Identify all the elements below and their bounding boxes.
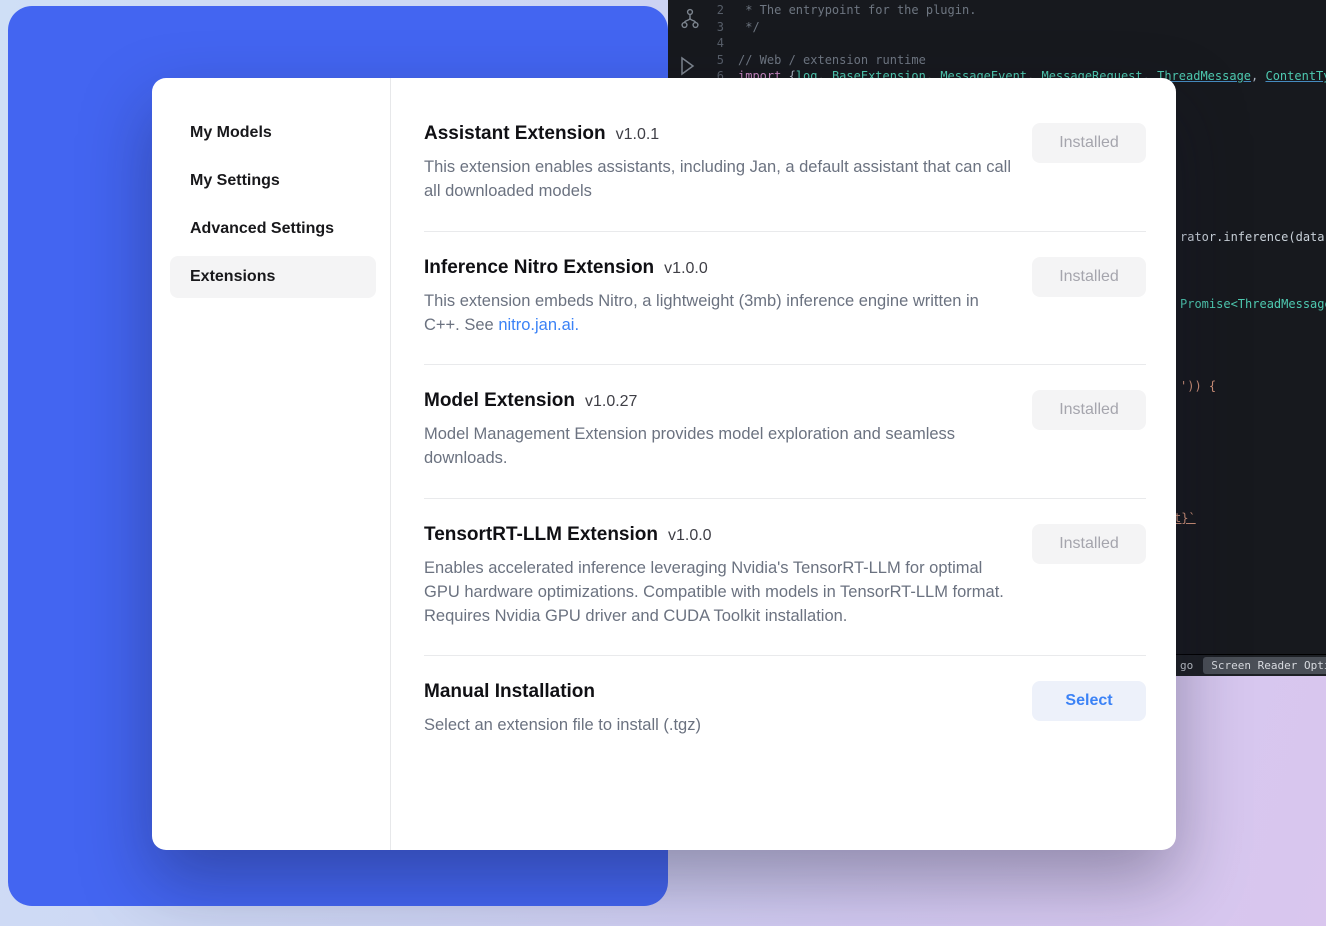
- extension-title: Model Extension v1.0.27: [424, 390, 1012, 412]
- extension-version: v1.0.27: [585, 393, 637, 411]
- extension-version: v1.0.1: [616, 126, 660, 144]
- line-number: 3: [668, 19, 738, 36]
- code-fragment: ')) {: [1180, 379, 1216, 393]
- select-file-button[interactable]: Select: [1032, 681, 1146, 721]
- extension-title: Inference Nitro Extension v1.0.0: [424, 257, 1012, 279]
- desktop-background: 2 * The entrypoint for the plugin. 3 */ …: [0, 0, 1326, 926]
- code-text: // Web / extension runtime: [738, 52, 926, 69]
- installed-button[interactable]: Installed: [1032, 257, 1146, 297]
- extension-row-tensorrt-llm: TensortRT-LLM Extension v1.0.0 Enables a…: [424, 499, 1146, 657]
- extension-row-assistant: Assistant Extension v1.0.1 This extensio…: [424, 98, 1146, 232]
- extension-description: This extension enables assistants, inclu…: [424, 155, 1012, 204]
- sidebar-item-extensions[interactable]: Extensions: [170, 256, 376, 298]
- extension-name: Inference Nitro Extension: [424, 257, 654, 279]
- code-line: 2 * The entrypoint for the plugin.: [668, 2, 1326, 19]
- sidebar-item-my-settings[interactable]: My Settings: [170, 160, 376, 202]
- code-text: * The entrypoint for the plugin.: [738, 2, 976, 19]
- code-line: 5 // Web / extension runtime: [668, 52, 1326, 69]
- extension-name: Model Extension: [424, 390, 575, 412]
- extension-row-model: Model Extension v1.0.27 Model Management…: [424, 365, 1146, 499]
- extension-row-inference-nitro: Inference Nitro Extension v1.0.0 This ex…: [424, 232, 1146, 366]
- line-number: 4: [668, 35, 738, 52]
- extension-name: Assistant Extension: [424, 123, 606, 145]
- manual-installation-row: Manual Installation Select an extension …: [424, 656, 1146, 764]
- code-token: ,: [1251, 68, 1265, 85]
- extension-name: TensortRT-LLM Extension: [424, 524, 658, 546]
- nitro-jan-ai-link[interactable]: nitro.jan.ai.: [498, 316, 579, 334]
- code-area: 2 * The entrypoint for the plugin. 3 */ …: [668, 2, 1326, 85]
- section-title: Manual Installation: [424, 681, 595, 703]
- extension-description: Model Management Extension provides mode…: [424, 422, 1012, 471]
- line-number: 5: [668, 52, 738, 69]
- extension-version: v1.0.0: [668, 527, 712, 545]
- extension-title: TensortRT-LLM Extension v1.0.0: [424, 524, 1012, 546]
- code-text: */: [738, 19, 760, 36]
- settings-sidebar: My Models My Settings Advanced Settings …: [152, 78, 391, 850]
- settings-modal: My Models My Settings Advanced Settings …: [152, 78, 1176, 850]
- extension-description: This extension embeds Nitro, a lightweig…: [424, 289, 1012, 338]
- installed-button[interactable]: Installed: [1032, 390, 1146, 430]
- code-fragment: t}`: [1174, 511, 1196, 525]
- manual-installation-title: Manual Installation: [424, 681, 1012, 703]
- code-fragment: rator.inference(data));: [1180, 230, 1326, 244]
- extension-description: Enables accelerated inference leveraging…: [424, 556, 1012, 629]
- extension-version: v1.0.0: [664, 260, 708, 278]
- manual-installation-description: Select an extension file to install (.tg…: [424, 713, 1012, 737]
- line-number: 2: [668, 2, 738, 19]
- extension-title: Assistant Extension v1.0.1: [424, 123, 1012, 145]
- installed-button[interactable]: Installed: [1032, 123, 1146, 163]
- code-line: 4: [668, 35, 1326, 52]
- screen-reader-badge[interactable]: Screen Reader Optimized: [1203, 657, 1326, 674]
- installed-button[interactable]: Installed: [1032, 524, 1146, 564]
- code-token: ContentType: [1265, 68, 1326, 85]
- extensions-panel: Assistant Extension v1.0.1 This extensio…: [391, 78, 1176, 850]
- code-line: 3 */: [668, 19, 1326, 36]
- sidebar-item-my-models[interactable]: My Models: [170, 112, 376, 154]
- status-text: go: [1180, 659, 1193, 672]
- code-fragment: Promise<ThreadMessage>: [1180, 297, 1326, 311]
- sidebar-item-advanced-settings[interactable]: Advanced Settings: [170, 208, 376, 250]
